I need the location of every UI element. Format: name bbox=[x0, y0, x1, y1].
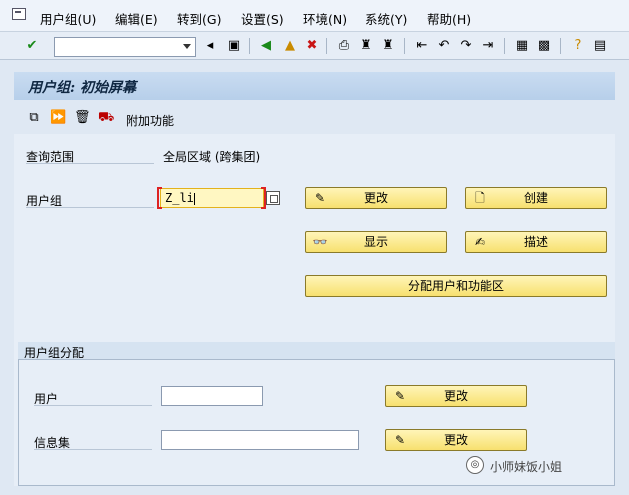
infoset-input[interactable] bbox=[161, 430, 359, 450]
prev-page-icon[interactable]: ↶ bbox=[436, 38, 452, 54]
exit-icon[interactable]: ▲ bbox=[282, 38, 298, 54]
help-icon[interactable]: ? bbox=[570, 38, 586, 54]
layout-icon[interactable]: ▦ bbox=[514, 38, 530, 54]
print-icon[interactable]: ⎙ bbox=[336, 38, 352, 54]
delete-icon[interactable]: 🗑 bbox=[74, 110, 91, 126]
page-title: 用户组: 初始屏幕 bbox=[28, 80, 137, 96]
glasses-icon: 👓 bbox=[312, 235, 328, 249]
menu-environment[interactable]: 环境(N) bbox=[303, 9, 347, 28]
group-box-title-bar: 用户组分配 bbox=[18, 342, 615, 360]
menu-help[interactable]: 帮助(H) bbox=[427, 9, 471, 28]
menu-bar: 用户组(U) 编辑(E) 转到(G) 设置(S) 环境(N) 系统(Y) 帮助(… bbox=[0, 0, 629, 32]
back-icon[interactable]: ◂ bbox=[202, 38, 218, 54]
command-field[interactable] bbox=[54, 37, 196, 57]
chevron-down-icon[interactable] bbox=[183, 44, 191, 49]
menu-edit[interactable]: 编辑(E) bbox=[115, 9, 158, 28]
describe-icon: ✍ bbox=[474, 235, 486, 249]
menu-user-group[interactable]: 用户组(U) bbox=[40, 9, 96, 28]
watermark-text: 小师妹饭小姐 bbox=[490, 460, 563, 474]
change-button[interactable]: ✎ 更改 bbox=[305, 187, 447, 209]
wechat-icon: ◎ bbox=[466, 456, 484, 474]
change-user-button[interactable]: ✎ 更改 bbox=[385, 385, 527, 407]
screen-title-bar: 用户组: 初始屏幕 bbox=[14, 72, 615, 100]
last-page-icon[interactable]: ⇥ bbox=[480, 38, 496, 54]
create-button[interactable]: 🗋 创建 bbox=[465, 187, 607, 209]
shortcut-icon[interactable]: ▩ bbox=[536, 38, 552, 54]
pencil-icon: ✎ bbox=[394, 433, 406, 447]
assign-users-infosets-button[interactable]: 分配用户和功能区 bbox=[305, 275, 607, 297]
next-page-icon[interactable]: ↷ bbox=[458, 38, 474, 54]
extras-button[interactable]: 附加功能 bbox=[126, 112, 174, 129]
first-page-icon[interactable]: ⇤ bbox=[414, 38, 430, 54]
execute-icon[interactable]: ⏩ bbox=[50, 110, 66, 126]
menu-settings[interactable]: 设置(S) bbox=[241, 9, 284, 28]
back-green-icon[interactable]: ◀ bbox=[258, 38, 274, 54]
customize-icon[interactable]: ▤ bbox=[592, 38, 608, 54]
user-input[interactable] bbox=[161, 386, 263, 406]
app-menu-icon[interactable] bbox=[12, 8, 26, 20]
menu-goto[interactable]: 转到(G) bbox=[177, 9, 221, 28]
save-icon[interactable]: ▣ bbox=[226, 38, 242, 54]
value-help-icon[interactable] bbox=[266, 191, 280, 205]
cancel-icon[interactable]: ✖ bbox=[304, 38, 320, 54]
describe-button[interactable]: ✍ 描述 bbox=[465, 231, 607, 253]
transport-icon[interactable]: ⛟ bbox=[98, 110, 114, 126]
find-next-icon[interactable]: ♜ bbox=[380, 38, 396, 54]
user-group-input[interactable]: Z_li bbox=[160, 188, 264, 208]
change-infoset-button[interactable]: ✎ 更改 bbox=[385, 429, 527, 451]
menu-system[interactable]: 系统(Y) bbox=[365, 9, 407, 28]
group-box-title: 用户组分配 bbox=[24, 346, 85, 360]
display-button[interactable]: 👓 显示 bbox=[305, 231, 447, 253]
new-doc-icon: 🗋 bbox=[475, 191, 485, 205]
pencil-icon: ✎ bbox=[394, 389, 406, 403]
pencil-icon: ✎ bbox=[314, 191, 326, 205]
application-toolbar: ⧉ ⏩ 🗑 ⛟ 附加功能 bbox=[14, 102, 615, 134]
copy-icon[interactable]: ⧉ bbox=[26, 110, 42, 126]
find-icon[interactable]: ♜ bbox=[358, 38, 374, 54]
check-icon[interactable]: ✔ bbox=[24, 38, 40, 54]
scope-value: 全局区域 (跨集团) bbox=[163, 150, 261, 164]
